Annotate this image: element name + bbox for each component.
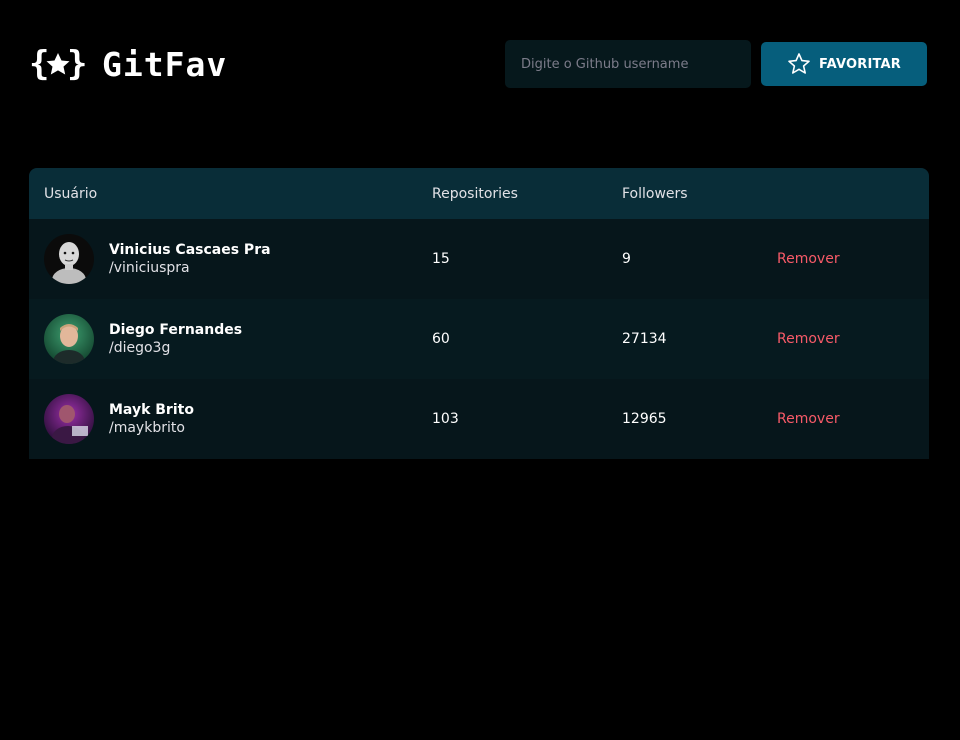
remove-button[interactable]: Remover xyxy=(777,411,840,427)
action-cell: Remover xyxy=(777,251,929,267)
avatar xyxy=(44,234,94,284)
table-header: Usuário Repositories Followers xyxy=(29,168,929,219)
star-icon xyxy=(788,53,810,74)
repositories-count: 15 xyxy=(432,251,450,267)
followers-count: 9 xyxy=(622,251,631,267)
user-cell: Vinicius Cascaes Pra /viniciuspra xyxy=(29,234,432,284)
table-row: Mayk Brito /maykbrito 103 12965 Remover xyxy=(29,379,929,459)
followers-count: 12965 xyxy=(622,411,667,427)
logo-icon: { } xyxy=(28,44,88,84)
user-cell: Diego Fernandes /diego3g xyxy=(29,314,432,364)
user-text: Mayk Brito /maykbrito xyxy=(109,402,194,436)
repositories-count: 103 xyxy=(432,411,459,427)
user-login: /viniciuspra xyxy=(109,260,190,276)
user-name: Vinicius Cascaes Pra xyxy=(109,242,271,258)
favorites-table: Usuário Repositories Followers Vinicius … xyxy=(29,168,929,459)
avatar xyxy=(44,394,94,444)
logo: { } GitFav xyxy=(28,44,227,84)
app-title: GitFav xyxy=(102,44,228,84)
user-login: /maykbrito xyxy=(109,420,185,436)
search-input[interactable] xyxy=(505,40,751,88)
svg-text:{: { xyxy=(29,44,49,84)
column-header-followers: Followers xyxy=(622,185,688,202)
user-text: Vinicius Cascaes Pra /viniciuspra xyxy=(109,242,271,276)
user-name: Diego Fernandes xyxy=(109,322,243,338)
app: { } GitFav FAVORITAR Usuário Repositorie… xyxy=(0,0,960,740)
header: { } GitFav FAVORITAR xyxy=(28,40,928,88)
followers-count: 27134 xyxy=(622,331,667,347)
search-box xyxy=(505,40,751,88)
user-name: Mayk Brito xyxy=(109,402,194,418)
favorite-button[interactable]: FAVORITAR xyxy=(761,42,927,86)
remove-button[interactable]: Remover xyxy=(777,251,840,267)
action-cell: Remover xyxy=(777,331,929,347)
braces-star-icon: { } xyxy=(29,44,87,84)
remove-button[interactable]: Remover xyxy=(777,331,840,347)
user-cell: Mayk Brito /maykbrito xyxy=(29,394,432,444)
user-text: Diego Fernandes /diego3g xyxy=(109,322,242,356)
column-header-repositories: Repositories xyxy=(432,185,518,202)
user-login: /diego3g xyxy=(109,340,171,356)
avatar xyxy=(44,314,94,364)
repositories-count: 60 xyxy=(432,331,450,347)
svg-text:}: } xyxy=(67,44,87,84)
column-header-user: Usuário xyxy=(44,185,98,202)
table-row: Diego Fernandes /diego3g 60 27134 Remove… xyxy=(29,299,929,379)
action-cell: Remover xyxy=(777,411,929,427)
table-row: Vinicius Cascaes Pra /viniciuspra 15 9 R… xyxy=(29,219,929,299)
favorite-button-label: FAVORITAR xyxy=(818,56,902,72)
